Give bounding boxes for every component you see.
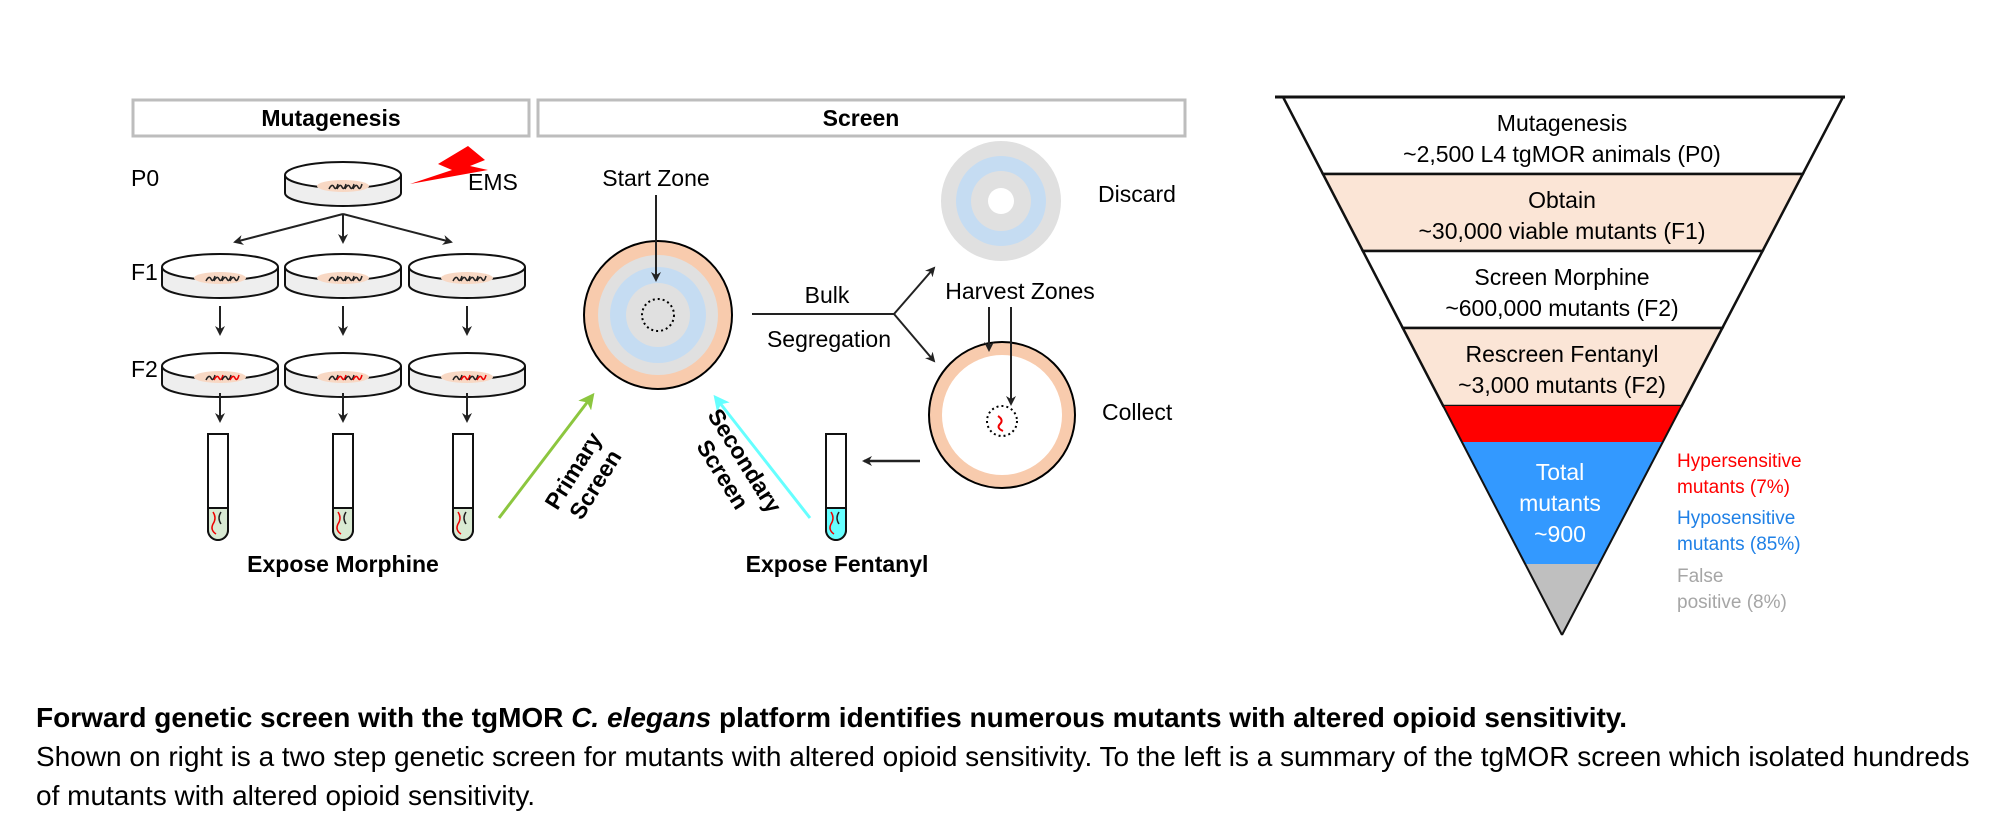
discard-plate (941, 141, 1061, 261)
total-mutants-text: mutants (1519, 490, 1601, 516)
morphine-tube (207, 433, 229, 541)
p0-label: P0 (131, 165, 159, 191)
caption-body: Shown on right is a two step genetic scr… (36, 741, 1970, 811)
screen-header: Screen (536, 98, 1187, 138)
figure-caption: Forward genetic screen with the tgMOR C.… (36, 698, 1996, 815)
morphine-tube (332, 433, 354, 541)
outcome-label: positive (8%) (1677, 592, 1787, 613)
outcome-label: Hyposensitive (1677, 508, 1795, 529)
total-mutants-text: Total (1536, 459, 1585, 485)
petri-dishes (161, 161, 526, 398)
funnel-tier-text: Mutagenesis (1497, 110, 1627, 136)
outcome-label: mutants (85%) (1677, 534, 1801, 555)
f2-plate (284, 352, 402, 398)
start-zone-label: Start Zone (602, 165, 709, 191)
expose-fentanyl-label: Expose Fentanyl (746, 551, 929, 577)
segregation-label: Segregation (767, 326, 891, 352)
hypersensitive-band (1443, 406, 1682, 442)
expose-morphine-label: Expose Morphine (247, 551, 439, 577)
mutagenesis-header-label: Mutagenesis (261, 105, 400, 131)
figure: Mutagenesis Screen P0 F1 F2 EMS Expose M… (131, 95, 1846, 636)
caption-title: Forward genetic screen with the tgMOR C.… (36, 698, 1996, 737)
bulk-label: Bulk (805, 282, 850, 308)
screen-header-label: Screen (823, 105, 900, 131)
start-plate (583, 240, 733, 390)
false-positive-band (1525, 564, 1600, 635)
funnel-tier-text: ~2,500 L4 tgMOR animals (P0) (1403, 141, 1721, 167)
funnel-tier-text: ~600,000 mutants (F2) (1445, 295, 1678, 321)
discard-label: Discard (1098, 181, 1176, 207)
funnel-tier-text: Obtain (1528, 187, 1596, 213)
p0-plate (284, 161, 402, 207)
outcome-label: Hypersensitive (1677, 451, 1802, 472)
caption-title-italic: C. elegans (571, 702, 712, 733)
funnel-tier-text: ~30,000 viable mutants (F1) (1418, 218, 1705, 244)
f1-plate (161, 253, 279, 299)
collect-plate (928, 341, 1076, 489)
branch-arrows (233, 213, 453, 245)
outcome-label: mutants (7%) (1677, 477, 1790, 498)
funnel-tier-text: Rescreen Fentanyl (1465, 341, 1658, 367)
harvest-zones-label: Harvest Zones (945, 278, 1095, 304)
f1-label: F1 (131, 259, 158, 285)
primary-screen-label: Primary Screen (539, 427, 626, 524)
caption-title-post: platform identifies numerous mutants wit… (711, 702, 1628, 733)
f2-plate (408, 352, 526, 398)
funnel-tier-text: Screen Morphine (1474, 264, 1649, 290)
f2-label: F2 (131, 356, 158, 382)
f2-plate (161, 352, 279, 398)
ems-label: EMS (468, 169, 518, 195)
f1-plate (408, 253, 526, 299)
f1-plate (284, 253, 402, 299)
morphine-tube (452, 433, 474, 541)
funnel-tier-text: ~3,000 mutants (F2) (1458, 372, 1666, 398)
collect-label: Collect (1102, 399, 1173, 425)
funnel: Mutagenesis ~2,500 L4 tgMOR animals (P0) O… (1275, 95, 1846, 636)
total-mutants-text: ~900 (1534, 521, 1586, 547)
caption-title-pre: Forward genetic screen with the tgMOR (36, 702, 572, 733)
fentanyl-tube (825, 433, 847, 541)
mutagenesis-header: Mutagenesis (131, 98, 531, 138)
outcome-label: False (1677, 566, 1723, 587)
